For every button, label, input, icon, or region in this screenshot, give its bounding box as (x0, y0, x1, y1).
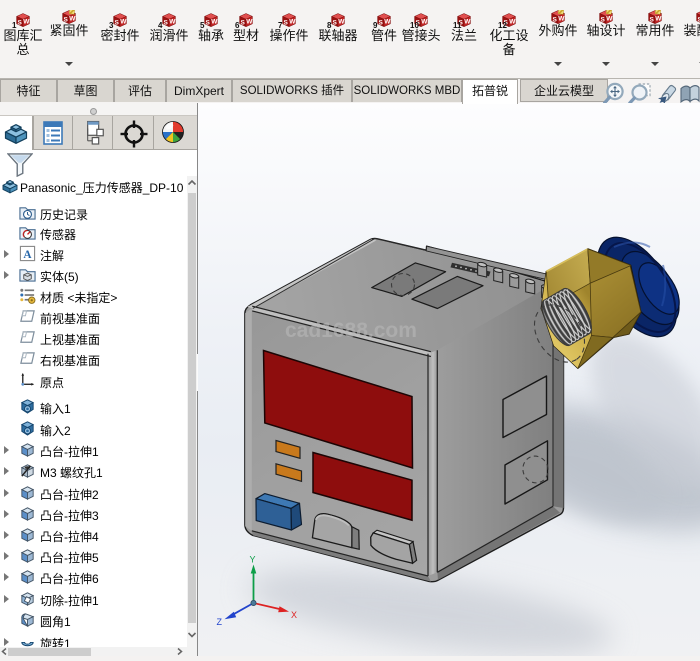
svg-text:A: A (23, 249, 32, 261)
svg-text:S: S (115, 19, 120, 26)
svg-text:Y: Y (250, 555, 256, 565)
svg-text:W: W (120, 19, 127, 26)
svg-text:S: S (18, 19, 23, 26)
svg-text:W: W (338, 19, 345, 26)
svg-text:S: S (164, 19, 169, 26)
svg-text:W: W (384, 19, 391, 26)
svg-text:W: W (558, 16, 565, 23)
svg-text:S: S (333, 19, 338, 26)
svg-text:W: W (69, 16, 76, 23)
svg-text:W: W (421, 19, 428, 26)
svg-text:W: W (289, 19, 296, 26)
svg-text:W: W (211, 19, 218, 26)
svg-text:W: W (655, 16, 662, 23)
svg-text:Z: Z (217, 617, 223, 627)
svg-text:W: W (606, 16, 613, 23)
svg-text:W: W (509, 19, 516, 26)
svg-text:S: S (206, 19, 211, 26)
svg-text:W: W (23, 19, 30, 26)
svg-text:S: S (284, 19, 289, 26)
svg-text:S: S (379, 19, 384, 26)
svg-text:cad1688.com: cad1688.com (285, 319, 417, 342)
svg-text:W: W (464, 19, 471, 26)
svg-text:W: W (246, 19, 253, 26)
svg-text:X: X (291, 610, 297, 620)
svg-text:S: S (241, 19, 246, 26)
svg-text:W: W (169, 19, 176, 26)
